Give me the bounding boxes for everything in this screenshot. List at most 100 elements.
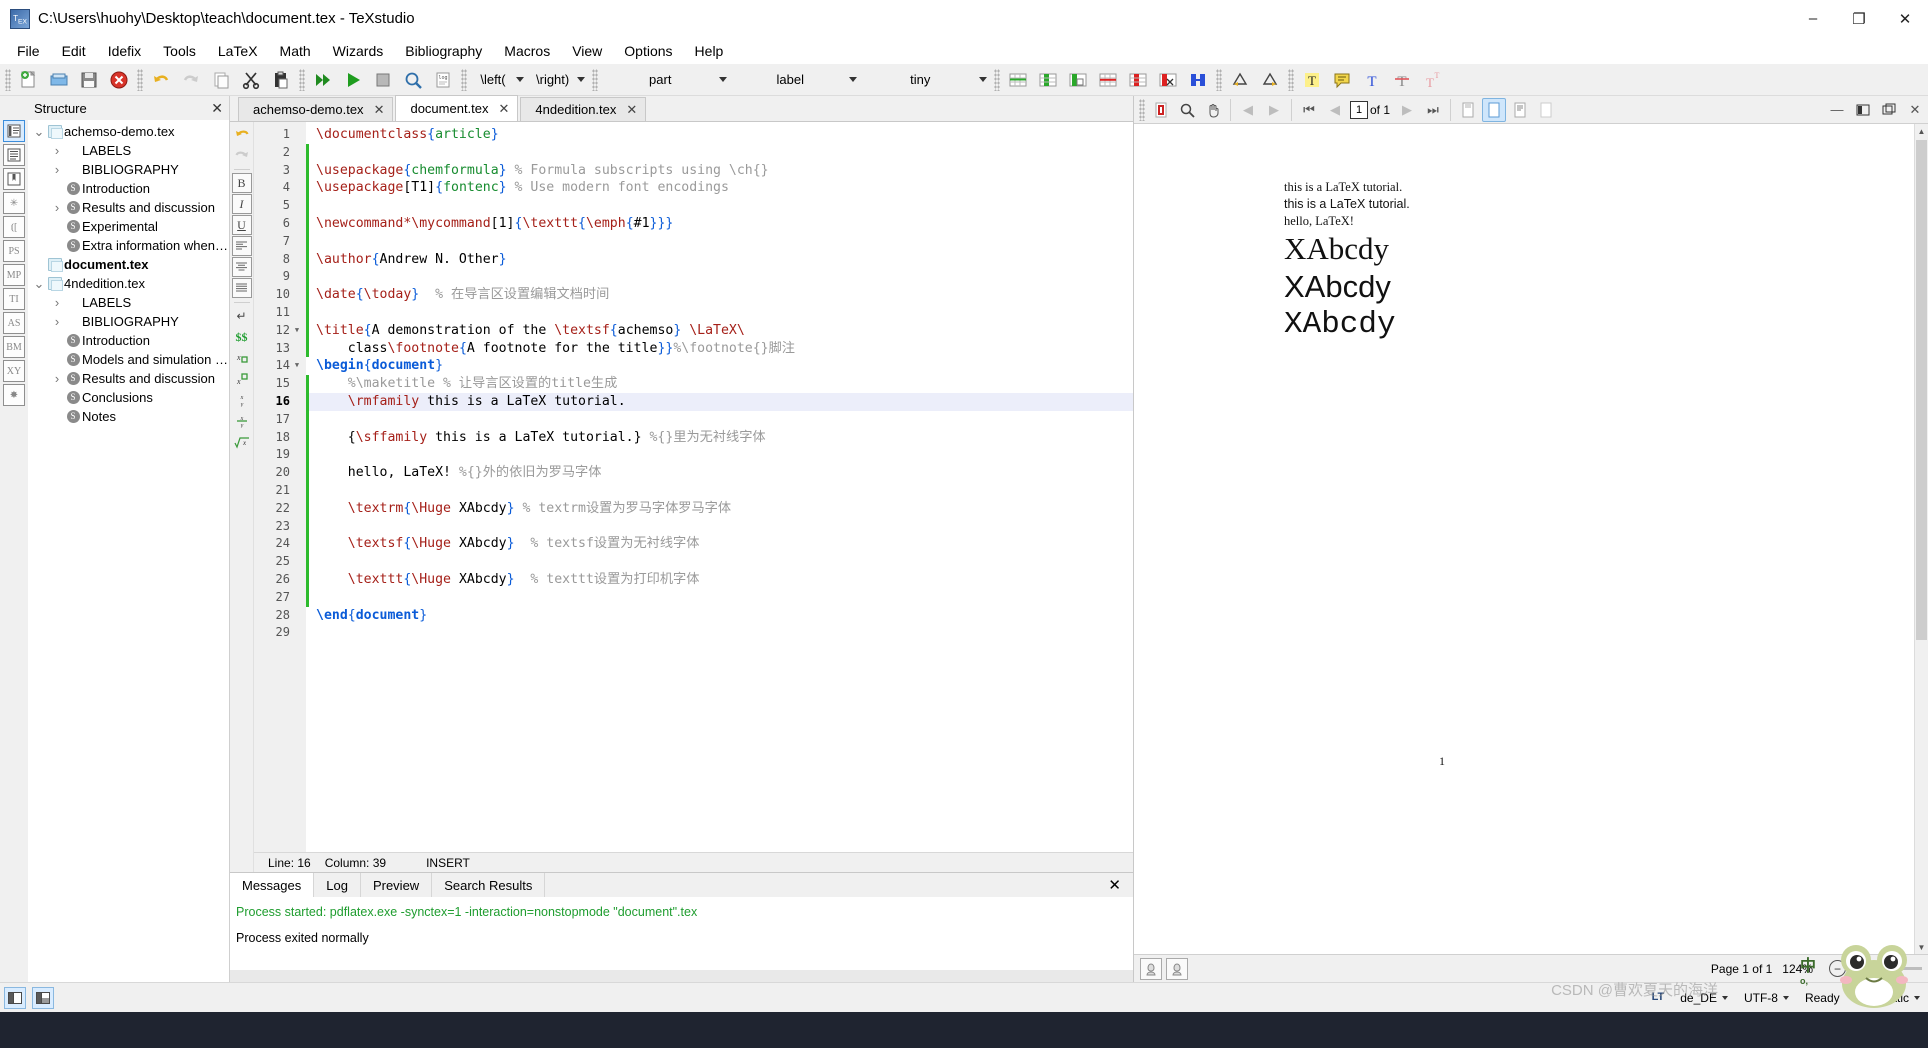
reference-type-combo[interactable]: label [731,67,862,92]
pdf-toolbar-grip[interactable] [1139,98,1145,121]
toolbar-grip-7[interactable] [1216,68,1223,91]
align-left-icon[interactable] [231,236,252,256]
compile-icon[interactable] [339,66,367,94]
toolbar-grip-2[interactable] [137,68,143,91]
sidebar-mp-icon[interactable]: MP [3,264,25,286]
code-line[interactable] [306,143,1133,162]
pdf-close-icon[interactable]: ✕ [1903,98,1927,122]
insert-column-icon[interactable] [1034,66,1062,94]
code-line[interactable]: %\maketitle % 让导言区设置的title生成 [306,375,1133,393]
code-line[interactable]: {\sffamily this is a LaTeX tutorial.} %{… [306,428,1133,447]
pdf-icon[interactable] [1149,98,1173,122]
highlight-text-icon[interactable]: T [1298,66,1326,94]
math-display-icon[interactable]: $$ [232,327,252,347]
toolbar-grip-5[interactable] [592,68,599,91]
forward-arrow-icon[interactable]: ▶ [1262,98,1286,122]
pdf-float-icon[interactable] [1877,98,1901,122]
code-line[interactable]: hello, LaTeX! %{}外的依旧为罗马字体 [306,464,1133,482]
chevron-right-icon[interactable]: › [50,143,64,158]
pdf-dock-left-icon[interactable] [1851,98,1875,122]
menu-edit[interactable]: Edit [51,40,97,62]
menu-macros[interactable]: Macros [493,40,561,62]
underline-icon[interactable]: U [231,215,252,235]
code-line[interactable] [306,197,1133,215]
code-line[interactable]: \title{A demonstration of the \textsf{ac… [306,321,1133,340]
structure-close-icon[interactable]: ✕ [211,100,223,117]
tab-close-icon[interactable]: ✕ [374,102,385,118]
menu-tools[interactable]: Tools [152,40,207,62]
sidebar-structure-icon[interactable] [3,120,25,142]
code-line[interactable]: \end{document} [306,607,1133,625]
dfrac-icon[interactable]: xy [232,411,252,431]
zoom-slider[interactable] [1852,967,1922,970]
fit-page-icon[interactable] [1482,97,1507,122]
tab-preview[interactable]: Preview [361,873,433,897]
menu-help[interactable]: Help [684,40,735,62]
redo-icon[interactable] [177,66,205,94]
code-line[interactable] [306,410,1133,429]
fraction-icon[interactable]: xy [232,390,252,410]
next-annotation-icon[interactable] [1166,957,1188,980]
code-line[interactable]: \documentclass{article} [306,126,1133,144]
insert-table-icon[interactable] [1004,66,1032,94]
comment-icon[interactable] [1328,66,1356,94]
pdf-vertical-scrollbar[interactable]: ▲ ▼ [1914,124,1928,954]
scroll-up-icon[interactable]: ▲ [1915,124,1928,138]
code-line[interactable]: \author{Andrew N. Other} [306,250,1133,269]
menu-latex[interactable]: LaTeX [207,40,269,62]
structure-item[interactable]: ⌄ achemso-demo.tex [28,122,229,141]
fold-toggle-icon[interactable]: ▼ [292,357,302,375]
align-center-icon[interactable] [231,257,252,277]
cut-icon[interactable] [237,66,265,94]
tab-close-icon[interactable]: ✕ [626,102,637,118]
bold-icon[interactable]: B [231,173,252,193]
left-delimiter-combo[interactable]: \left( [470,67,528,92]
chevron-right-icon[interactable]: › [50,314,64,329]
messages-scrollbar[interactable] [230,970,1133,982]
code-line[interactable]: \texttt{\Huge XAbcdy} % texttt设置为打印机字体 [306,570,1133,589]
align-justify-icon[interactable] [231,278,252,298]
structure-item[interactable]: › S Results and discussion [28,369,229,388]
tab-close-icon[interactable]: ✕ [499,101,510,117]
magnify-icon[interactable] [1175,98,1199,122]
sidebar-symbols-icon[interactable]: ✳ [3,192,25,214]
chevron-right-icon[interactable]: › [50,200,64,215]
toolbar-grip[interactable] [5,68,11,91]
sidebar-bookmarks-icon[interactable] [3,168,25,190]
layout-left-icon[interactable] [4,986,26,1009]
scroll-down-icon[interactable]: ▼ [1915,940,1928,954]
toolbar-grip-3[interactable] [299,68,305,91]
messages-close-icon[interactable]: ✕ [1096,873,1133,897]
subscript-icon[interactable]: x [232,348,252,368]
code-line[interactable] [306,481,1133,500]
view-pdf-icon[interactable] [399,66,427,94]
sidebar-ti-icon[interactable]: TI [3,288,25,310]
structure-item[interactable]: document.tex [28,255,229,274]
scroll-thumb[interactable] [1916,140,1927,640]
tab-4ndedition[interactable]: 4ndedition.tex ✕ [520,97,647,121]
menu-wizards[interactable]: Wizards [322,40,395,62]
sidebar-misc-symbols-icon[interactable]: ✸ [3,384,25,406]
code-line[interactable] [306,232,1133,251]
code-line[interactable] [306,553,1133,571]
fit-width-icon[interactable] [1456,98,1480,122]
structure-item[interactable]: S Conclusions [28,388,229,407]
sidebar-xy-icon[interactable]: XY [3,360,25,382]
code-line[interactable] [306,446,1133,464]
structure-item[interactable]: SModels and simulation metho... [28,350,229,369]
tab-document[interactable]: document.tex ✕ [395,95,519,121]
structure-item[interactable]: SExtra information when writin... [28,236,229,255]
menu-options[interactable]: Options [613,40,683,62]
delete-row-icon[interactable] [1094,66,1122,94]
chevron-down-icon[interactable]: ⌄ [32,124,46,140]
tab-achemso-demo[interactable]: achemso-demo.tex ✕ [238,97,394,121]
maximize-button[interactable]: ❐ [1836,0,1882,38]
new-file-icon[interactable] [15,66,43,94]
fold-toggle-icon[interactable]: ▼ [292,322,302,340]
section-level-combo[interactable]: part [601,67,732,92]
single-page-icon[interactable] [1534,98,1558,122]
menu-view[interactable]: View [561,40,613,62]
chevron-down-icon[interactable]: ⌄ [32,276,46,292]
open-file-icon[interactable] [45,66,73,94]
toolbar-grip-6[interactable] [994,68,1001,91]
